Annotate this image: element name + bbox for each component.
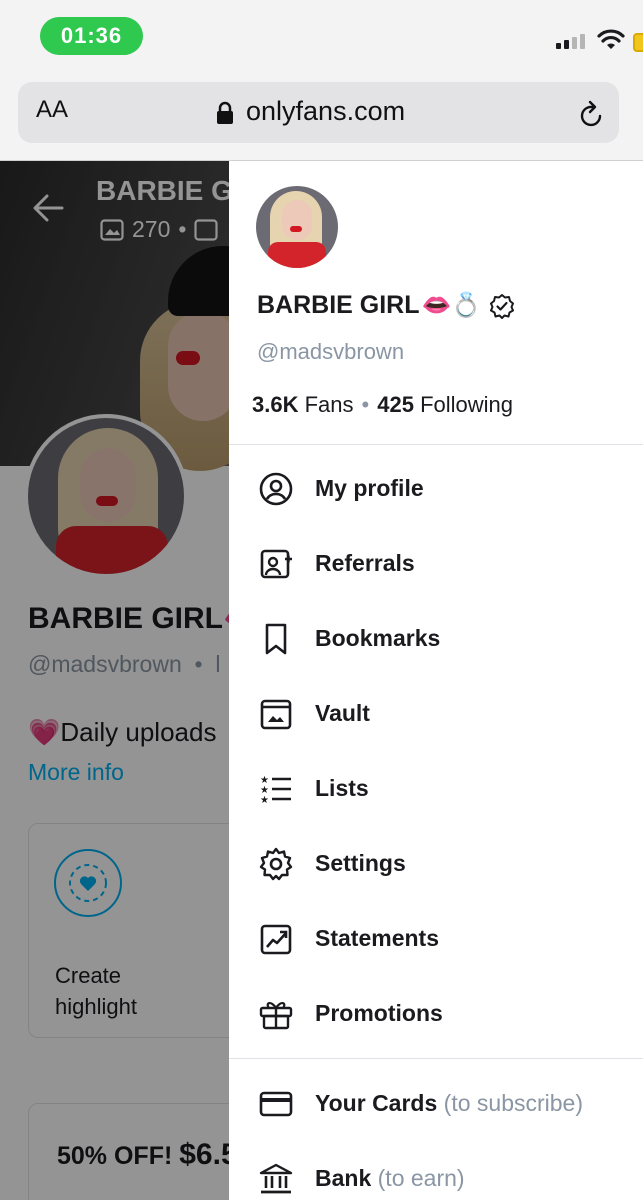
drawer-avatar[interactable] (256, 186, 338, 268)
lists-icon: ★ ★ ★ (260, 775, 291, 806)
menu-label: Statements (315, 925, 439, 951)
bookmark-icon (265, 623, 287, 654)
statements-icon (260, 924, 292, 954)
lock-icon (217, 101, 233, 124)
drawer-divider (229, 1058, 643, 1059)
drawer-divider (229, 444, 643, 445)
side-drawer: BARBIE GIRL 👄💍 @madsvbrown 3.6K Fans • 425 … (229, 161, 643, 1200)
bank-icon (259, 1163, 293, 1193)
browser-bar: AA onlyfans.com (0, 70, 643, 161)
menu-label: Lists (315, 775, 369, 801)
reload-icon[interactable] (578, 99, 606, 129)
url-text[interactable]: onlyfans.com (246, 96, 405, 127)
menu-item-promotions[interactable]: Promotions (229, 976, 643, 1051)
following-label[interactable]: Following (420, 392, 513, 417)
menu-item-settings[interactable]: Settings (229, 826, 643, 901)
menu-label: Your Cards (to subscribe) (315, 1090, 583, 1116)
menu-label: My profile (315, 475, 424, 501)
menu-item-vault[interactable]: Vault (229, 676, 643, 751)
cellular-signal-icon (556, 34, 585, 49)
menu-label: Promotions (315, 1000, 443, 1026)
menu-item-lists[interactable]: ★ ★ ★ Lists (229, 751, 643, 826)
card-icon (259, 1091, 293, 1116)
following-count[interactable]: 425 (377, 392, 414, 417)
referrals-icon (260, 549, 292, 578)
drawer-name[interactable]: BARBIE GIRL 👄💍 (257, 291, 515, 320)
menu-label: Vault (315, 700, 370, 726)
battery-icon (633, 33, 643, 52)
menu-item-referrals[interactable]: Referrals (229, 526, 643, 601)
svg-text:★: ★ (260, 795, 269, 806)
status-bar: 01:36 (0, 0, 643, 70)
gear-icon (259, 847, 293, 880)
menu-label: Referrals (315, 550, 415, 576)
address-bar[interactable]: AA onlyfans.com (18, 82, 619, 143)
gift-icon (259, 1001, 293, 1029)
drawer-handle: @madsvbrown (257, 339, 405, 364)
user-circle-icon (259, 472, 293, 505)
menu-label: Bookmarks (315, 625, 441, 651)
text-size-button[interactable]: AA (36, 96, 68, 124)
menu-label: Settings (315, 850, 406, 876)
menu-item-bookmarks[interactable]: Bookmarks (229, 601, 643, 676)
menu-label: Bank (to earn) (315, 1165, 465, 1191)
vault-icon (260, 699, 292, 729)
menu-item-statements[interactable]: Statements (229, 901, 643, 976)
status-time: 01:36 (40, 17, 143, 55)
fans-label[interactable]: Fans (305, 392, 354, 417)
verified-icon (490, 293, 515, 319)
fans-count[interactable]: 3.6K (252, 392, 298, 417)
drawer-stats: 3.6K Fans • 425 Following (252, 392, 514, 417)
menu-item-your-cards[interactable]: Your Cards (to subscribe) (229, 1066, 643, 1141)
wifi-icon (597, 29, 625, 49)
menu-item-bank[interactable]: Bank (to earn) (229, 1141, 643, 1200)
menu-item-my-profile[interactable]: My profile (229, 451, 643, 526)
